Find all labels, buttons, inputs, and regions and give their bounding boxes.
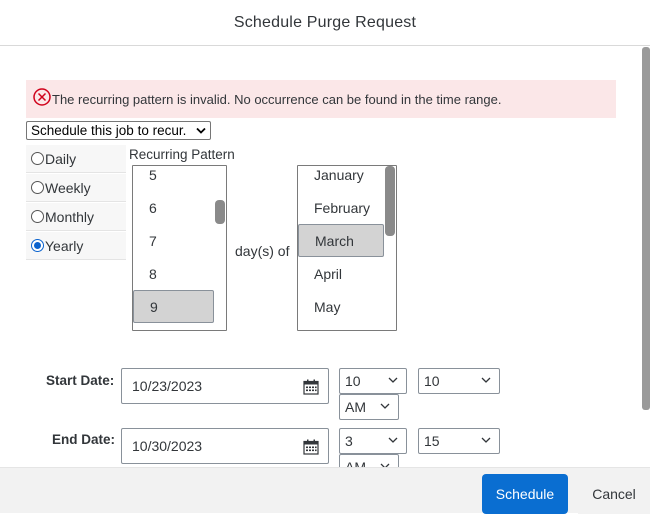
day-option[interactable]: 6 [133, 191, 226, 224]
calendar-icon[interactable] [303, 379, 319, 395]
start-minute-value: 10 [424, 373, 440, 389]
month-option[interactable]: May [298, 290, 396, 323]
dialog-footer: Schedule Cancel [0, 467, 650, 514]
frequency-option-weekly[interactable]: Weekly [26, 173, 126, 202]
error-message-strip: The recurring pattern is invalid. No occ… [26, 80, 616, 118]
start-minute-select[interactable]: 10 [418, 368, 500, 394]
month-option[interactable]: January [298, 166, 396, 191]
end-hour-value: 3 [345, 433, 353, 449]
end-ampm-value: AM [345, 459, 366, 467]
start-ampm-select[interactable]: AM [339, 394, 399, 420]
end-date-input[interactable]: 10/30/2023 [121, 428, 329, 464]
day-listbox[interactable]: 5 6 7 8 9 [132, 165, 227, 331]
start-date-value: 10/23/2023 [132, 378, 203, 394]
chevron-down-icon [481, 437, 491, 443]
error-icon [33, 87, 51, 106]
dialog-title: Schedule Purge Request [233, 13, 417, 31]
day-option-selected[interactable]: 9 [133, 290, 214, 323]
recurring-pattern-label: Recurring Pattern [129, 147, 235, 162]
end-date-value: 10/30/2023 [132, 438, 203, 454]
start-date-label: Start Date: [46, 373, 115, 388]
frequency-label: Yearly [45, 237, 84, 254]
end-date-label: End Date: [52, 432, 116, 447]
cancel-button[interactable]: Cancel [578, 474, 650, 514]
day-option[interactable]: 7 [133, 224, 226, 257]
chevron-down-icon [388, 437, 398, 443]
days-of-label: day(s) of [235, 243, 290, 259]
frequency-label: Weekly [45, 179, 91, 196]
month-option-selected[interactable]: March [298, 224, 384, 257]
end-hour-select[interactable]: 3 [339, 428, 407, 454]
end-minute-select[interactable]: 15 [418, 428, 500, 454]
start-ampm-value: AM [345, 399, 366, 415]
schedule-button[interactable]: Schedule [482, 474, 568, 514]
start-hour-value: 10 [345, 373, 361, 389]
frequency-option-daily[interactable]: Daily [26, 144, 126, 173]
month-option[interactable]: February [298, 191, 396, 224]
dialog-content: The recurring pattern is invalid. No occ… [0, 47, 642, 467]
month-listbox-scroll-thumb[interactable] [385, 166, 395, 236]
frequency-option-monthly[interactable]: Monthly [26, 202, 126, 231]
day-option[interactable]: 5 [133, 166, 226, 191]
frequency-label: Daily [45, 150, 77, 167]
radio-button[interactable] [31, 181, 44, 194]
frequency-radio-group: Daily Weekly Monthly Yearly [26, 144, 126, 260]
calendar-icon[interactable] [303, 439, 319, 455]
recurrence-select-value: Schedule this job to recur. [31, 123, 187, 138]
content-scrollbar-thumb[interactable] [642, 47, 650, 410]
error-text: The recurring pattern is invalid. No occ… [52, 91, 502, 107]
start-date-input[interactable]: 10/23/2023 [121, 368, 329, 404]
end-ampm-select[interactable]: AM [339, 454, 399, 467]
chevron-down-icon [196, 127, 206, 134]
start-hour-select[interactable]: 10 [339, 368, 407, 394]
chevron-down-icon [380, 403, 390, 409]
radio-button[interactable] [31, 210, 44, 223]
dialog-header: Schedule Purge Request [0, 0, 650, 46]
end-minute-value: 15 [424, 433, 440, 449]
day-option[interactable]: 8 [133, 257, 226, 290]
day-listbox-scroll-thumb[interactable] [215, 200, 225, 224]
radio-button-checked[interactable] [31, 239, 44, 252]
recurrence-select[interactable]: Schedule this job to recur. [26, 121, 211, 140]
frequency-option-yearly[interactable]: Yearly [26, 231, 126, 260]
month-option[interactable]: April [298, 257, 396, 290]
chevron-down-icon [481, 377, 491, 383]
chevron-down-icon [388, 377, 398, 383]
frequency-label: Monthly [45, 208, 95, 225]
radio-button[interactable] [31, 152, 44, 165]
month-listbox[interactable]: January February March April May [297, 165, 397, 331]
